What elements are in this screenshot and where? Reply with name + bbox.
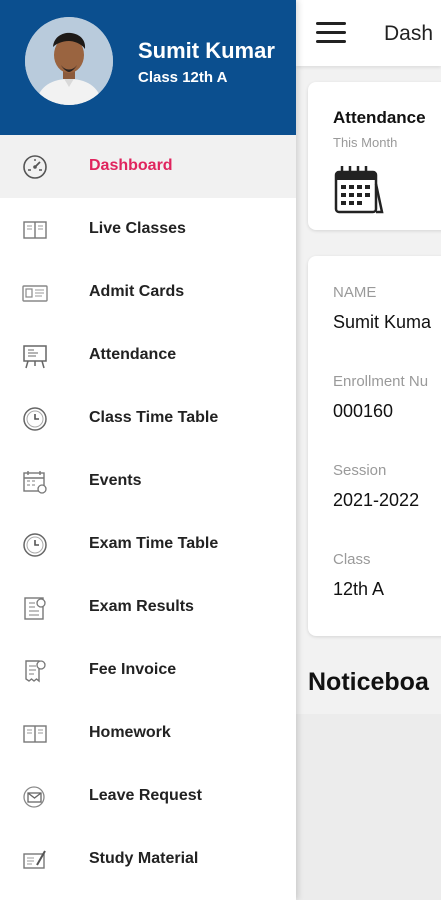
drawer-header: Sumit Kumar Class 12th A	[0, 0, 296, 135]
book-icon	[23, 725, 47, 743]
name-value: Sumit Kuma	[333, 312, 432, 332]
menu-label-exam-results: Exam Results	[89, 598, 194, 615]
menu-label-fee-invoice: Fee Invoice	[89, 661, 177, 678]
navigation-drawer: Sumit Kumar Class 12th A Dashboard Live …	[0, 0, 296, 900]
menu-label-admit-cards: Admit Cards	[89, 283, 185, 300]
book-icon	[23, 221, 47, 239]
class-value: 12th A	[333, 579, 385, 599]
menu-item-admit-cards[interactable]: Admit Cards	[0, 261, 296, 324]
class-label: Class	[333, 551, 371, 568]
attendance-card[interactable]: Attendance This Month	[308, 82, 441, 230]
session-value: 2021-2022	[333, 490, 420, 510]
attendance-card-subtitle: This Month	[333, 135, 398, 150]
menu-label-live-classes: Live Classes	[89, 220, 186, 237]
menu-label-study-material: Study Material	[89, 850, 199, 867]
attendance-card-title: Attendance	[333, 108, 426, 127]
results-icon	[24, 597, 46, 620]
menu-item-class-time-table[interactable]: Class Time Table	[0, 387, 296, 450]
calendar-event-icon	[23, 471, 47, 494]
user-class: Class 12th A	[138, 69, 228, 86]
menu-icon[interactable]	[316, 22, 346, 44]
clock-icon	[23, 407, 47, 431]
menu-label-exam-time-table: Exam Time Table	[89, 535, 219, 552]
menu-item-attendance[interactable]: Attendance	[0, 324, 296, 387]
clock-icon	[23, 533, 47, 557]
page-title: Dash	[384, 22, 434, 45]
study-material-icon	[23, 850, 46, 869]
drawer-menu: Dashboard Live Classes Admit Cards Atten…	[0, 135, 296, 891]
menu-label-homework: Homework	[89, 724, 171, 741]
dashboard-gauge-icon	[23, 155, 47, 179]
user-name: Sumit Kumar	[138, 38, 275, 63]
menu-item-dashboard[interactable]: Dashboard	[0, 135, 296, 198]
menu-item-fee-invoice[interactable]: Fee Invoice	[0, 639, 296, 702]
menu-label-class-time-table: Class Time Table	[89, 409, 219, 426]
id-card-icon	[22, 285, 48, 302]
enrollment-label: Enrollment Nu	[333, 373, 429, 390]
user-photo-icon	[25, 17, 113, 105]
menu-item-events[interactable]: Events	[0, 450, 296, 513]
session-label: Session	[333, 462, 387, 479]
menu-label-dashboard: Dashboard	[89, 157, 173, 174]
menu-item-live-classes[interactable]: Live Classes	[0, 198, 296, 261]
menu-label-leave-request: Leave Request	[89, 787, 202, 804]
menu-item-homework[interactable]: Homework	[0, 702, 296, 765]
calendar-icon	[334, 166, 384, 214]
student-info-card: NAME Sumit Kuma Enrollment Nu 000160 Ses…	[308, 256, 441, 636]
name-label: NAME	[333, 284, 377, 301]
invoice-icon	[25, 660, 46, 683]
menu-item-study-material[interactable]: Study Material	[0, 828, 296, 891]
noticeboard-title: Noticeboa	[308, 668, 429, 696]
menu-item-exam-time-table[interactable]: Exam Time Table	[0, 513, 296, 576]
menu-label-attendance: Attendance	[89, 346, 177, 363]
enrollment-value: 000160	[333, 401, 394, 421]
mail-request-icon	[23, 786, 45, 808]
menu-label-events: Events	[89, 472, 142, 489]
menu-item-exam-results[interactable]: Exam Results	[0, 576, 296, 639]
noticeboard-area	[296, 714, 441, 900]
menu-item-leave-request[interactable]: Leave Request	[0, 765, 296, 828]
avatar[interactable]	[25, 17, 113, 105]
board-icon	[23, 345, 47, 369]
